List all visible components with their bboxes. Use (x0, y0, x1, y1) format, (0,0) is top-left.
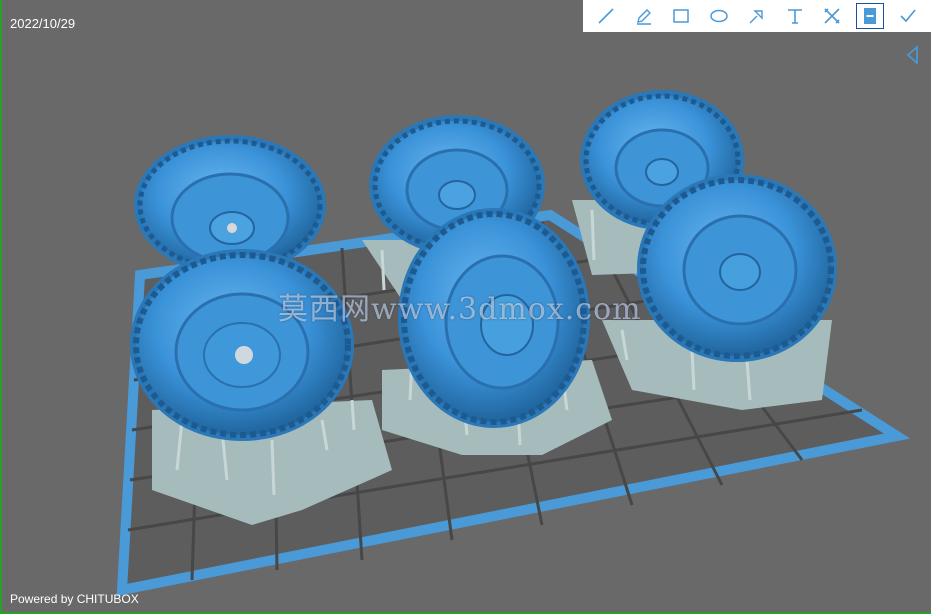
3d-viewport[interactable]: 莫西网www.3dmox.com 2022/10/29 Powered by C… (0, 0, 931, 614)
ellipse-tool-button[interactable] (705, 3, 733, 29)
rectangle-tool-button[interactable] (667, 3, 695, 29)
rectangle-icon (673, 9, 690, 23)
text-icon (787, 9, 802, 24)
save-icon (864, 8, 877, 24)
arrow-tool-button[interactable] (743, 3, 771, 29)
powered-by-label: Powered by CHITUBOX (10, 592, 139, 606)
arrow-icon (749, 10, 763, 24)
line-tool-button[interactable] (592, 3, 620, 29)
save-tool-button[interactable] (856, 3, 885, 29)
pencil-icon (636, 9, 651, 25)
collapse-arrow-icon[interactable] (903, 44, 921, 66)
ellipse-icon (710, 9, 728, 23)
tire-front-left (130, 249, 354, 441)
confirm-tool-button[interactable] (894, 3, 922, 29)
close-icon (824, 8, 841, 24)
line-icon (598, 8, 614, 24)
tire-front-right (637, 174, 837, 362)
close-tool-button[interactable] (818, 3, 846, 29)
date-label: 2022/10/29 (10, 16, 76, 31)
pencil-tool-button[interactable] (630, 3, 658, 29)
text-tool-button[interactable] (781, 3, 809, 29)
annotation-toolbar (583, 0, 931, 32)
check-icon (900, 9, 916, 23)
watermark-text: 莫西网www.3dmox.com (278, 292, 642, 327)
